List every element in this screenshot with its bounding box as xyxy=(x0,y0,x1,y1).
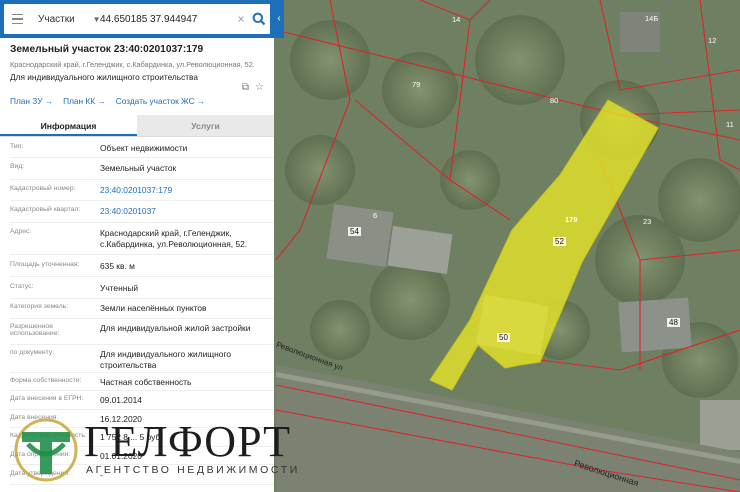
search-type-label: Участки xyxy=(38,13,75,25)
parcel-label: 79 xyxy=(412,80,421,89)
tab-bar: Информация Услуги xyxy=(0,115,274,137)
building-number: 50 xyxy=(497,333,510,342)
info-value: Земли населённых пунктов xyxy=(100,303,207,313)
building-number: 48 xyxy=(667,318,680,327)
selected-parcel-label[interactable]: 179 xyxy=(565,215,578,224)
cadastral-number-link[interactable]: 23:40:0201037:179 xyxy=(100,185,274,200)
logo-mark-icon xyxy=(14,418,78,482)
info-row: по документу: Для индивидуального жилищн… xyxy=(10,345,274,373)
info-row: Вид: Земельный участок xyxy=(10,158,274,180)
info-value: 635 кв. м xyxy=(100,261,135,271)
tab-services[interactable]: Услуги xyxy=(137,115,274,136)
info-label: Тип: xyxy=(10,143,24,150)
info-label: Категория земель: xyxy=(10,303,69,310)
info-row: Разрешенное использование: Для индивидуа… xyxy=(10,319,274,345)
logo-name: ГЕЛФОРТ xyxy=(84,417,291,466)
info-row: Дата внесения в ЕГРН: 09.01.2014 xyxy=(10,391,274,410)
parcel-label: 14 xyxy=(452,15,461,24)
info-row: Адрес: Краснодарский край, г.Геленджик, … xyxy=(10,223,274,255)
info-label: Кадастровый квартал: xyxy=(10,206,81,213)
gelfort-logo: ГЕЛФОРТ АГЕНТСТВО НЕДВИЖИМОСТИ xyxy=(14,416,314,486)
info-row: Статус: Учтенный xyxy=(10,277,274,299)
link-plan-zu[interactable]: План ЗУ → xyxy=(10,96,53,106)
logo-subtitle: АГЕНТСТВО НЕДВИЖИМОСТИ xyxy=(86,464,300,476)
parcel-purpose: Для индивидуального жилищного строительс… xyxy=(10,72,198,82)
info-label: Адрес: xyxy=(10,228,32,235)
info-label: Дата внесения в ЕГРН: xyxy=(10,395,84,402)
info-value: Учтенный xyxy=(100,283,139,293)
search-area-icon[interactable]: ⧉ xyxy=(242,82,249,93)
building-number: 52 xyxy=(553,237,566,246)
info-row: Форма собственности: Частная собственнос… xyxy=(10,373,274,391)
search-box: Участки ▼ 44.650185 37.944947 × xyxy=(4,4,270,34)
parcel-label: 14Б xyxy=(645,14,659,23)
info-label: Разрешенное использование: xyxy=(10,323,60,337)
cadastral-quarter-link[interactable]: 23:40:0201037 xyxy=(100,206,274,222)
info-value: Объект недвижимости xyxy=(100,143,188,153)
info-value: Для индивидуального жилищного строительс… xyxy=(100,349,231,370)
parcel-label: 6 xyxy=(373,211,378,220)
parcel-label: 23 xyxy=(643,217,652,226)
info-label: Форма собственности: xyxy=(10,377,82,384)
arrow-right-icon: → xyxy=(44,96,54,106)
menu-icon[interactable] xyxy=(4,4,30,34)
info-label: Вид: xyxy=(10,163,25,170)
info-row: Площадь уточненная: 635 кв. м xyxy=(10,255,274,277)
arrow-right-icon: → xyxy=(196,96,206,106)
star-icon[interactable]: ☆ xyxy=(255,82,264,93)
info-value: Земельный участок xyxy=(100,163,177,173)
info-row: Кадастровый квартал: 23:40:0201037 xyxy=(10,201,274,223)
info-label: Площадь уточненная: xyxy=(10,261,80,268)
arrow-right-icon: → xyxy=(97,96,106,106)
info-value: Частная собственность xyxy=(100,377,192,387)
parcel-title: Земельный участок 23:40:0201037:179 xyxy=(10,44,204,55)
info-value: 09.01.2014 xyxy=(100,395,142,405)
parcel-label: 80 xyxy=(550,96,559,105)
info-label: Статус: xyxy=(10,283,34,290)
chevron-left-icon: ‹ xyxy=(277,13,281,24)
info-row: Тип: Объект недвижимости xyxy=(10,137,274,158)
search-icon[interactable] xyxy=(248,4,270,34)
info-label: Кадастровый номер: xyxy=(10,185,76,192)
search-input[interactable]: 44.650185 37.944947 xyxy=(92,14,234,25)
link-plan-kk[interactable]: План КК → xyxy=(63,96,106,106)
link-create-zhs[interactable]: Создать участок ЖС → xyxy=(116,96,206,106)
search-type-select[interactable]: Участки ▼ xyxy=(30,13,101,25)
info-label: по документу: xyxy=(10,349,55,356)
parcel-address: Краснодарский край, г.Геленджик, с.Кабар… xyxy=(10,60,255,69)
parcel-label: 11 xyxy=(726,120,734,129)
tab-info[interactable]: Информация xyxy=(0,115,137,136)
search-bar: Участки ▼ 44.650185 37.944947 × xyxy=(0,0,274,38)
info-value: Для индивидуальной жилой застройки xyxy=(100,323,251,333)
parcel-label: 12 xyxy=(708,36,717,45)
info-row: Кадастровый номер: 23:40:0201037:179 xyxy=(10,180,274,201)
building-number: 54 xyxy=(348,227,361,236)
clear-icon[interactable]: × xyxy=(234,12,248,26)
info-row: Категория земель: Земли населённых пункт… xyxy=(10,299,274,319)
collapse-panel-button[interactable]: ‹ xyxy=(274,0,284,38)
info-value: Краснодарский край, г.Геленджик, с.Кабар… xyxy=(100,228,248,249)
